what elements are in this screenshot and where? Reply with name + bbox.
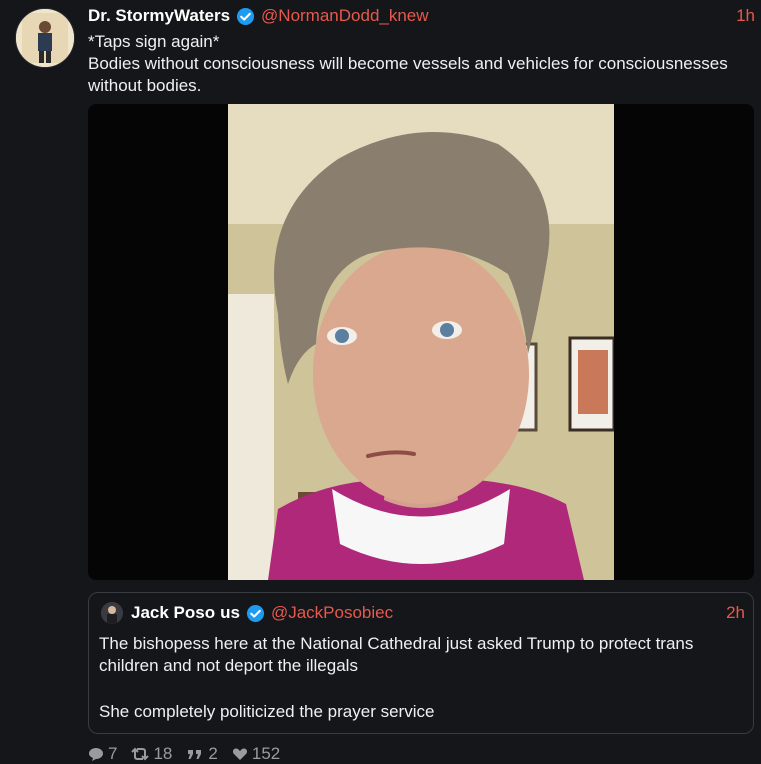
quoted-tweet-text: The bishopess here at the National Cathe… [99, 633, 743, 723]
author-avatar[interactable] [15, 8, 75, 68]
quoted-author-name[interactable]: Jack Poso [131, 603, 215, 623]
verified-badge-icon [246, 604, 265, 622]
quote-stat[interactable]: 2 [186, 744, 218, 764]
tweet-timestamp[interactable]: 1h [736, 6, 755, 26]
quoted-paragraph: She completely politicized the prayer se… [99, 702, 435, 721]
tweet-stats: 7 18 2 152 [88, 744, 294, 764]
quoted-author-avatar[interactable] [101, 602, 123, 624]
reply-stat[interactable]: 7 [88, 744, 117, 764]
author-handle[interactable]: @NormanDodd_knew [261, 6, 429, 26]
quoted-author-handle[interactable]: @JackPosobiec [271, 603, 393, 623]
tweet-text-line: *Taps sign again* [88, 32, 220, 51]
embedded-photo[interactable] [228, 104, 614, 580]
reply-count: 7 [108, 744, 118, 763]
like-count: 152 [251, 744, 281, 763]
tweet-media[interactable] [88, 104, 754, 580]
like-stat[interactable]: 152 [232, 744, 280, 764]
retweet-count: 18 [153, 744, 173, 763]
tweet-text: *Taps sign again* Bodies without conscio… [88, 31, 753, 97]
quote-count: 2 [208, 744, 218, 763]
quote-icon [188, 750, 202, 759]
reply-icon [89, 748, 103, 761]
tweet-header: Dr. StormyWaters @NormanDodd_knew 1h [88, 4, 755, 28]
like-icon [232, 748, 247, 760]
quoted-tweet-timestamp[interactable]: 2h [726, 603, 745, 623]
quoted-author-flag: us [220, 603, 240, 622]
quoted-tweet[interactable]: Jack Poso us @JackPosobiec 2h The bishop… [88, 592, 754, 734]
quoted-paragraph: The bishopess here at the National Cathe… [99, 634, 694, 675]
verified-badge-icon [236, 7, 255, 25]
quoted-tweet-header: Jack Poso us @JackPosobiec 2h [101, 601, 745, 625]
retweet-icon [131, 747, 150, 761]
tweet-text-line: Bodies without consciousness will become… [88, 54, 728, 95]
retweet-stat[interactable]: 18 [131, 744, 172, 764]
author-name[interactable]: Dr. StormyWaters [88, 6, 230, 26]
